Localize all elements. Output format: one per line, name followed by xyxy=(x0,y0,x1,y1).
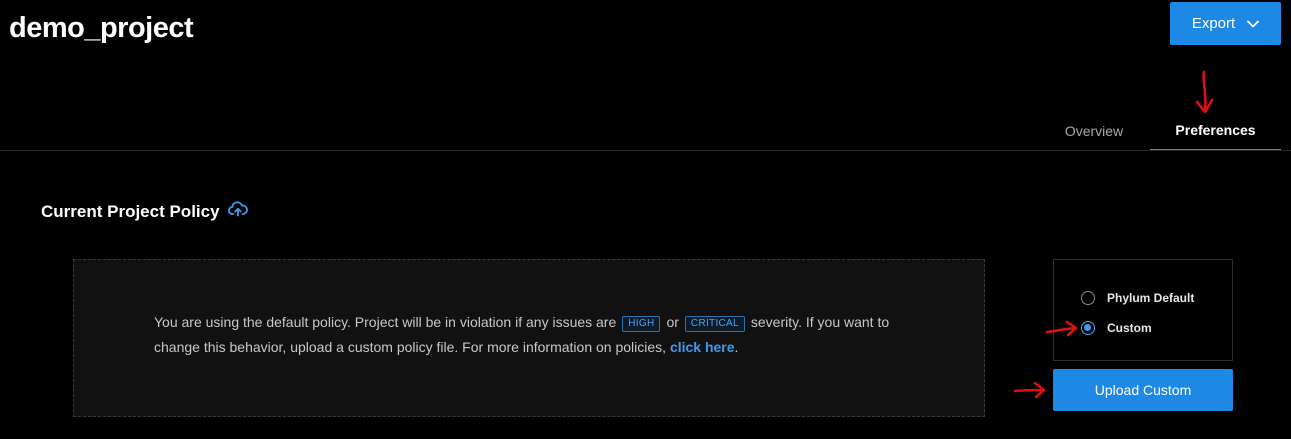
severity-tag-critical: CRITICAL xyxy=(684,316,745,332)
default-policy-panel: You are using the default policy. Projec… xyxy=(73,259,985,417)
option-custom-label: Custom xyxy=(1107,321,1152,335)
option-custom[interactable]: Custom xyxy=(1081,321,1152,335)
annotation-arrow-right xyxy=(1013,381,1046,399)
export-button-label: Export xyxy=(1191,15,1236,32)
project-title: demo_project xyxy=(9,12,194,44)
policy-section-title-text: Current Project Policy xyxy=(41,201,220,221)
tab-preferences[interactable]: Preferences xyxy=(1150,110,1281,151)
annotation-arrow-right xyxy=(1045,320,1078,337)
radio-custom[interactable] xyxy=(1081,321,1095,335)
policy-section-title: Current Project Policy xyxy=(41,201,248,222)
radio-phylum-default[interactable] xyxy=(1081,291,1095,305)
policy-message-or: or xyxy=(666,314,679,330)
severity-tag-high: HIGH xyxy=(622,316,661,332)
option-phylum-default[interactable]: Phylum Default xyxy=(1081,291,1194,305)
upload-custom-button[interactable]: Upload Custom xyxy=(1053,369,1233,411)
option-phylum-default-label: Phylum Default xyxy=(1107,291,1195,305)
tab-divider xyxy=(0,150,1291,151)
policy-message-part1: You are using the default policy. Projec… xyxy=(154,314,617,330)
cloud-upload-icon[interactable] xyxy=(227,201,248,222)
tab-overview[interactable]: Overview xyxy=(1038,110,1150,151)
tab-bar: Overview Preferences xyxy=(1038,110,1281,151)
policy-options-panel: Phylum Default Custom xyxy=(1053,259,1233,361)
policy-message-end: . xyxy=(734,339,739,355)
policy-message: You are using the default policy. Projec… xyxy=(154,310,914,360)
policy-info-link[interactable]: click here xyxy=(670,339,735,355)
export-button[interactable]: Export xyxy=(1170,2,1281,45)
chevron-down-icon xyxy=(1247,20,1260,28)
